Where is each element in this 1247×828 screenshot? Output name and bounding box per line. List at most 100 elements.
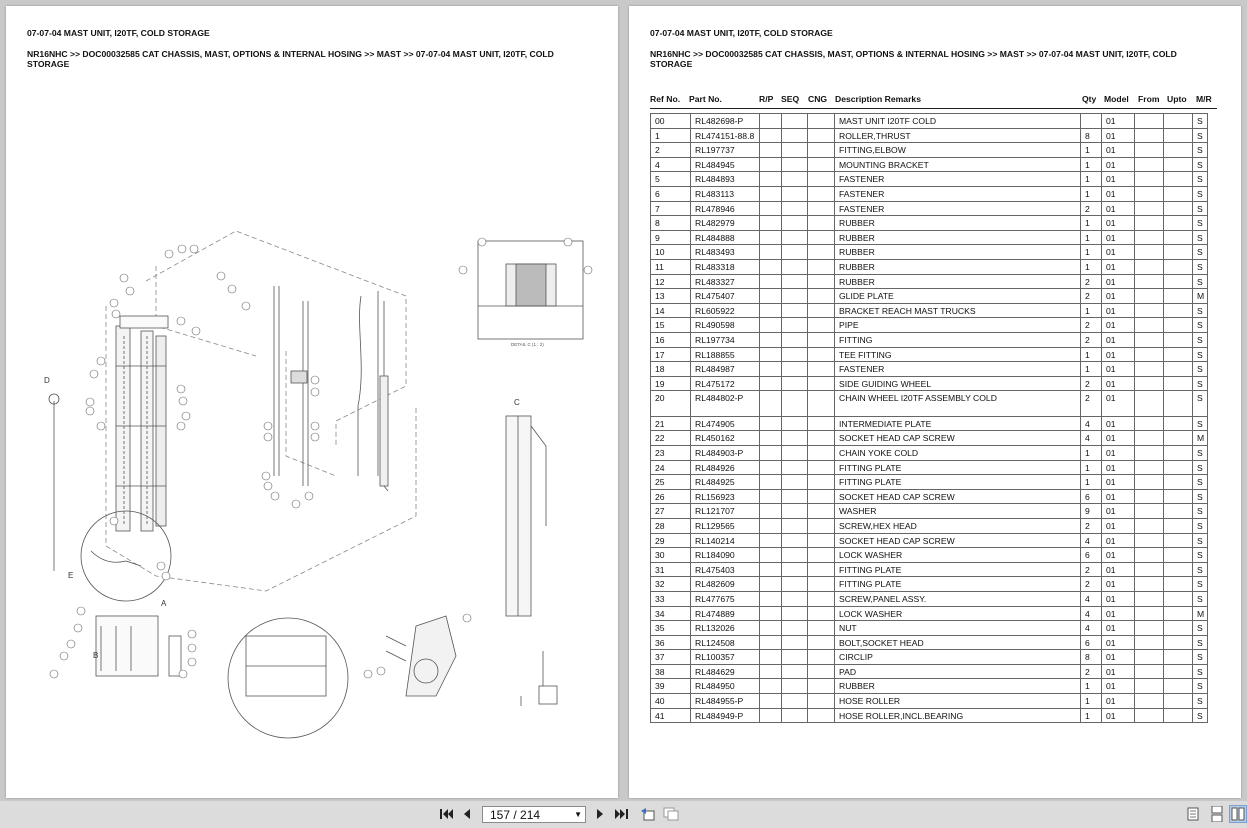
cell-mr: S xyxy=(1192,346,1208,363)
cell-mr: S xyxy=(1192,273,1208,290)
continuous-icon[interactable] xyxy=(1209,805,1225,823)
cell-description: PAD xyxy=(834,663,1081,680)
cell-cng xyxy=(807,517,835,534)
cell-cng xyxy=(807,244,835,260)
cell-part-no: RL132026 xyxy=(690,620,760,636)
cell-mr: S xyxy=(1192,331,1208,348)
table-row: 21 RL474905 INTERMEDIATE PLATE 4 01 S xyxy=(650,415,1208,432)
cell-from xyxy=(1134,171,1164,187)
col-seq: SEQ xyxy=(781,94,800,104)
page-title: 07-07-04 MAST UNIT, I20TF, COLD STORAGE xyxy=(650,28,833,38)
cell-seq xyxy=(781,200,808,217)
cell-description: RUBBER xyxy=(834,244,1081,260)
cell-description: WASHER xyxy=(834,503,1081,519)
cell-rp xyxy=(759,331,782,348)
cell-upto xyxy=(1163,693,1193,709)
cell-rp xyxy=(759,390,782,417)
cell-model: 01 xyxy=(1101,229,1135,246)
cell-from xyxy=(1134,346,1164,363)
cell-seq xyxy=(781,444,808,461)
page-number-select[interactable]: 157 / 214 ▼ xyxy=(482,806,586,823)
cell-from xyxy=(1134,317,1164,333)
cell-rp xyxy=(759,634,782,651)
cell-qty: 1 xyxy=(1080,693,1102,709)
cell-cng xyxy=(807,576,835,592)
cell-model: 01 xyxy=(1101,444,1135,461)
cell-mr: S xyxy=(1192,361,1208,377)
cell-cng xyxy=(807,561,835,578)
left-page: 07-07-04 MAST UNIT, I20TF, COLD STORAGE … xyxy=(6,6,618,798)
col-qty: Qty xyxy=(1082,94,1097,104)
cell-seq xyxy=(781,288,808,304)
prev-page-icon[interactable] xyxy=(460,805,474,823)
cell-cng xyxy=(807,317,835,333)
table-row: 5 RL484893 FASTENER 1 01 S xyxy=(650,171,1208,187)
cell-part-no: RL197734 xyxy=(690,331,760,348)
table-row: 22 RL450162 SOCKET HEAD CAP SCREW 4 01 M xyxy=(650,430,1208,446)
cell-rp xyxy=(759,346,782,363)
table-row: 11 RL483318 RUBBER 1 01 S xyxy=(650,258,1208,275)
cell-seq xyxy=(781,156,808,173)
cell-cng xyxy=(807,444,835,461)
cell-mr: S xyxy=(1192,474,1208,490)
prev-view-icon[interactable] xyxy=(639,805,657,823)
cell-mr: S xyxy=(1192,678,1208,695)
cell-description: LOCK WASHER xyxy=(834,605,1081,622)
cell-cng xyxy=(807,430,835,446)
cell-description: FASTENER xyxy=(834,185,1081,202)
two-page-icon[interactable] xyxy=(1229,805,1247,823)
cell-ref: 14 xyxy=(650,302,691,319)
cell-ref: 39 xyxy=(650,678,691,695)
cell-mr: S xyxy=(1192,620,1208,636)
table-row: 17 RL188855 TEE FITTING 1 01 S xyxy=(650,346,1208,363)
cell-seq xyxy=(781,532,808,549)
cell-ref: 26 xyxy=(650,488,691,505)
cell-from xyxy=(1134,244,1164,260)
cell-from xyxy=(1134,361,1164,377)
cell-model: 01 xyxy=(1101,331,1135,348)
cell-description: PIPE xyxy=(834,317,1081,333)
cell-qty: 2 xyxy=(1080,517,1102,534)
first-page-icon[interactable] xyxy=(437,805,455,823)
last-page-icon[interactable] xyxy=(613,805,631,823)
cell-rp xyxy=(759,215,782,231)
cell-from xyxy=(1134,258,1164,275)
cell-model: 01 xyxy=(1101,663,1135,680)
cell-model: 01 xyxy=(1101,200,1135,217)
cell-rp xyxy=(759,430,782,446)
table-row: 1 RL474151-88.8 ROLLER,THRUST 8 01 S xyxy=(650,127,1208,144)
cell-mr: S xyxy=(1192,113,1208,129)
cell-cng xyxy=(807,415,835,432)
table-row: 34 RL474889 LOCK WASHER 4 01 M xyxy=(650,605,1208,622)
cell-model: 01 xyxy=(1101,590,1135,607)
cell-part-no: RL484945 xyxy=(690,156,760,173)
cell-from xyxy=(1134,185,1164,202)
cell-ref: 12 xyxy=(650,273,691,290)
cell-description: FITTING PLATE xyxy=(834,576,1081,592)
single-page-icon[interactable] xyxy=(1185,805,1201,823)
cell-upto xyxy=(1163,532,1193,549)
cell-upto xyxy=(1163,430,1193,446)
cell-model: 01 xyxy=(1101,532,1135,549)
cell-model: 01 xyxy=(1101,488,1135,505)
cell-cng xyxy=(807,707,835,724)
cell-model: 01 xyxy=(1101,302,1135,319)
cell-cng xyxy=(807,215,835,231)
col-part: Part No. xyxy=(689,94,722,104)
cell-upto xyxy=(1163,488,1193,505)
col-mr: M/R xyxy=(1196,94,1212,104)
cell-upto xyxy=(1163,244,1193,260)
cell-cng xyxy=(807,678,835,695)
next-page-icon[interactable] xyxy=(594,805,606,823)
cell-description: FITTING xyxy=(834,331,1081,348)
cell-rp xyxy=(759,229,782,246)
cell-seq xyxy=(781,361,808,377)
cell-part-no: RL475407 xyxy=(690,288,760,304)
cell-cng xyxy=(807,590,835,607)
cell-from xyxy=(1134,215,1164,231)
next-view-icon[interactable] xyxy=(662,805,680,823)
cell-from xyxy=(1134,127,1164,144)
cell-model: 01 xyxy=(1101,288,1135,304)
cell-upto xyxy=(1163,634,1193,651)
page-number-value: 157 / 214 xyxy=(490,808,541,822)
